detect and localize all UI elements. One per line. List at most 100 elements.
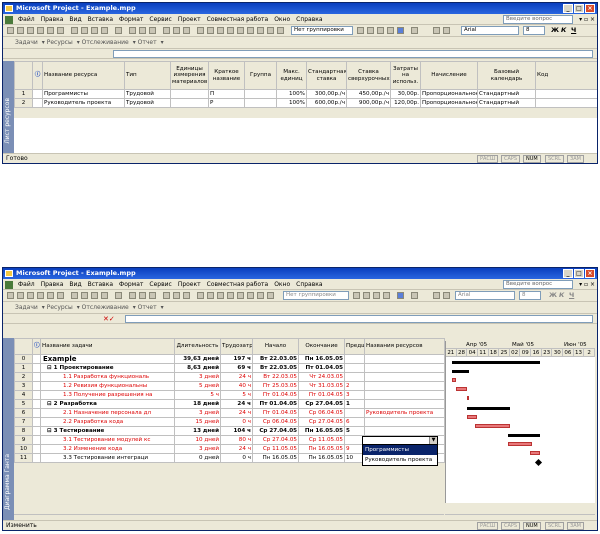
task-bar[interactable] xyxy=(467,396,470,401)
menu-tools[interactable]: Сервис xyxy=(146,279,174,290)
resource-group[interactable] xyxy=(244,98,277,108)
header-work[interactable]: Трудозатраты xyxy=(220,338,253,355)
task-name[interactable]: 3.2 Изменение кода xyxy=(40,444,175,454)
link-icon[interactable] xyxy=(129,292,136,299)
task-start[interactable]: Пт 01.04.05 xyxy=(252,399,299,409)
size-select[interactable]: 8 xyxy=(523,26,545,35)
summary-bar[interactable] xyxy=(451,361,540,364)
menu-file[interactable]: Файл xyxy=(15,14,38,25)
resources-button[interactable]: Ресурсы xyxy=(47,39,73,46)
row-number[interactable]: 4 xyxy=(14,390,33,400)
resource-max[interactable]: 100% xyxy=(276,89,307,99)
view-bar[interactable]: Лист ресурсов xyxy=(3,61,14,154)
task-work[interactable]: 69 ч xyxy=(220,363,253,373)
ask-question-input[interactable]: Введите вопрос xyxy=(503,280,573,289)
row-number[interactable]: 8 xyxy=(14,426,33,436)
new-icon[interactable] xyxy=(7,27,14,34)
report-icon[interactable] xyxy=(267,27,274,34)
header-code[interactable]: Код xyxy=(535,61,597,90)
row-number[interactable]: 7 xyxy=(14,417,33,427)
font-select[interactable]: Arial xyxy=(461,26,519,35)
goto-icon[interactable] xyxy=(247,292,254,299)
undo-icon[interactable] xyxy=(115,292,122,299)
table-row[interactable]: 2 1.1 Разработка функциональ 3 дней 24 ч Вт … xyxy=(14,372,445,382)
task-predecessors[interactable] xyxy=(344,408,365,418)
resource-cost[interactable]: 30,00р. xyxy=(390,89,421,99)
resource-name[interactable]: Программисты xyxy=(42,89,125,99)
italic-button[interactable]: К xyxy=(559,291,564,300)
header-predecessors[interactable]: Предш xyxy=(344,338,365,355)
task-duration[interactable]: 18 дней xyxy=(174,399,221,409)
header-finish[interactable]: Окончание xyxy=(298,338,345,355)
spelling-icon[interactable] xyxy=(57,27,64,34)
open-icon[interactable] xyxy=(17,292,24,299)
header-start[interactable]: Начало xyxy=(252,338,299,355)
corner-cell[interactable] xyxy=(14,61,33,90)
task-resources[interactable] xyxy=(364,381,445,391)
task-start[interactable]: Ср 27.04.05 xyxy=(252,426,299,436)
row-number[interactable]: 11 xyxy=(14,453,33,463)
task-start[interactable]: Пт 01.04.05 xyxy=(252,390,299,400)
corner-cell[interactable] xyxy=(14,338,33,355)
zoom-out-icon[interactable] xyxy=(363,292,370,299)
header-calendar[interactable]: Базовый календарь xyxy=(477,61,536,90)
task-name[interactable]: 2.1 Назначение персонала дл xyxy=(40,408,175,418)
task-finish[interactable]: Пт 01.04.05 xyxy=(298,390,345,400)
unlink-icon[interactable] xyxy=(139,27,146,34)
task-start[interactable]: Пт 25.03.05 xyxy=(252,381,299,391)
undo-icon[interactable] xyxy=(115,27,122,34)
task-duration[interactable]: 39,63 дней xyxy=(174,354,221,364)
indent-icon[interactable] xyxy=(443,292,450,299)
unlink-icon[interactable] xyxy=(139,292,146,299)
resource-ovt-rate[interactable]: 450,00р./ч xyxy=(346,89,391,99)
print-icon[interactable] xyxy=(37,292,44,299)
menu-help[interactable]: Справка xyxy=(293,279,325,290)
table-row[interactable]: 7 2.2 Разработка кода 15 дней 0 ч Ср 06.04.0… xyxy=(14,417,445,427)
task-predecessors[interactable]: 1 xyxy=(344,399,365,409)
header-cost[interactable]: Затраты на использ. xyxy=(390,61,421,90)
row-number[interactable]: 6 xyxy=(14,408,33,418)
header-max[interactable]: Макс. единиц xyxy=(276,61,307,90)
task-finish[interactable]: Пн 16.05.05 xyxy=(298,354,345,364)
table-row[interactable]: 1 ⊟ 1 Проектирование 8,63 дней 69 ч Вт 22.03… xyxy=(14,363,445,373)
resource-accrue[interactable]: Пропорциональное xyxy=(420,98,478,108)
row-number[interactable]: 1 xyxy=(14,363,33,373)
header-units[interactable]: Единицы измерения материалов xyxy=(170,61,209,90)
task-resources[interactable] xyxy=(364,390,445,400)
task-name[interactable]: ⊟ 1 Проектирование xyxy=(40,363,175,373)
resource-code[interactable] xyxy=(535,89,597,99)
toolbar-options-icon[interactable] xyxy=(411,292,418,299)
resource-calendar[interactable]: Стандартный xyxy=(477,89,536,99)
zoom-in-icon[interactable] xyxy=(353,292,360,299)
task-duration[interactable]: 10 дней xyxy=(174,435,221,445)
tracking-icon[interactable] xyxy=(207,292,214,299)
task-work[interactable]: 24 ч xyxy=(220,408,253,418)
indent-icon[interactable] xyxy=(443,27,450,34)
header-accrue[interactable]: Начисление xyxy=(420,61,478,90)
resource-type[interactable]: Трудовой xyxy=(124,89,171,99)
save-icon[interactable] xyxy=(27,292,34,299)
workgroup-icon[interactable] xyxy=(237,292,244,299)
table-row[interactable]: 0 Example 39,63 дней 197 ч Вт 22.03.05 Пн 16.… xyxy=(14,354,445,364)
header-duration[interactable]: Длительность xyxy=(174,338,221,355)
task-start[interactable]: Ср 27.04.05 xyxy=(252,435,299,445)
entry-input[interactable] xyxy=(125,315,593,323)
task-work[interactable]: 5 ч xyxy=(220,390,253,400)
gantt-chart[interactable]: Апр '05 Май '05 Июн '05 21 28 04 11 18 25 02 09… xyxy=(445,341,595,503)
task-duration[interactable]: 5 дней xyxy=(174,381,221,391)
menu-collaborate[interactable]: Совместная работа xyxy=(204,279,272,290)
task-bar[interactable] xyxy=(475,423,510,428)
format-painter-icon[interactable] xyxy=(101,27,108,34)
scroll-to-task-icon[interactable] xyxy=(387,27,394,34)
scroll-icon[interactable] xyxy=(257,292,264,299)
doc-icon[interactable] xyxy=(5,280,13,289)
task-work[interactable]: 24 ч xyxy=(220,399,253,409)
task-start[interactable]: Вт 22.03.05 xyxy=(252,354,299,364)
collaborate-icon[interactable] xyxy=(227,27,234,34)
table-row[interactable]: 5 ⊟ 2 Разработка 18 дней 24 ч Пт 01.04.05 Ср … xyxy=(14,399,445,409)
menu-tools[interactable]: Сервис xyxy=(146,14,174,25)
task-work[interactable]: 104 ч xyxy=(220,426,253,436)
copy-icon[interactable] xyxy=(81,292,88,299)
split-icon[interactable] xyxy=(149,27,156,34)
format-painter-icon[interactable] xyxy=(101,292,108,299)
